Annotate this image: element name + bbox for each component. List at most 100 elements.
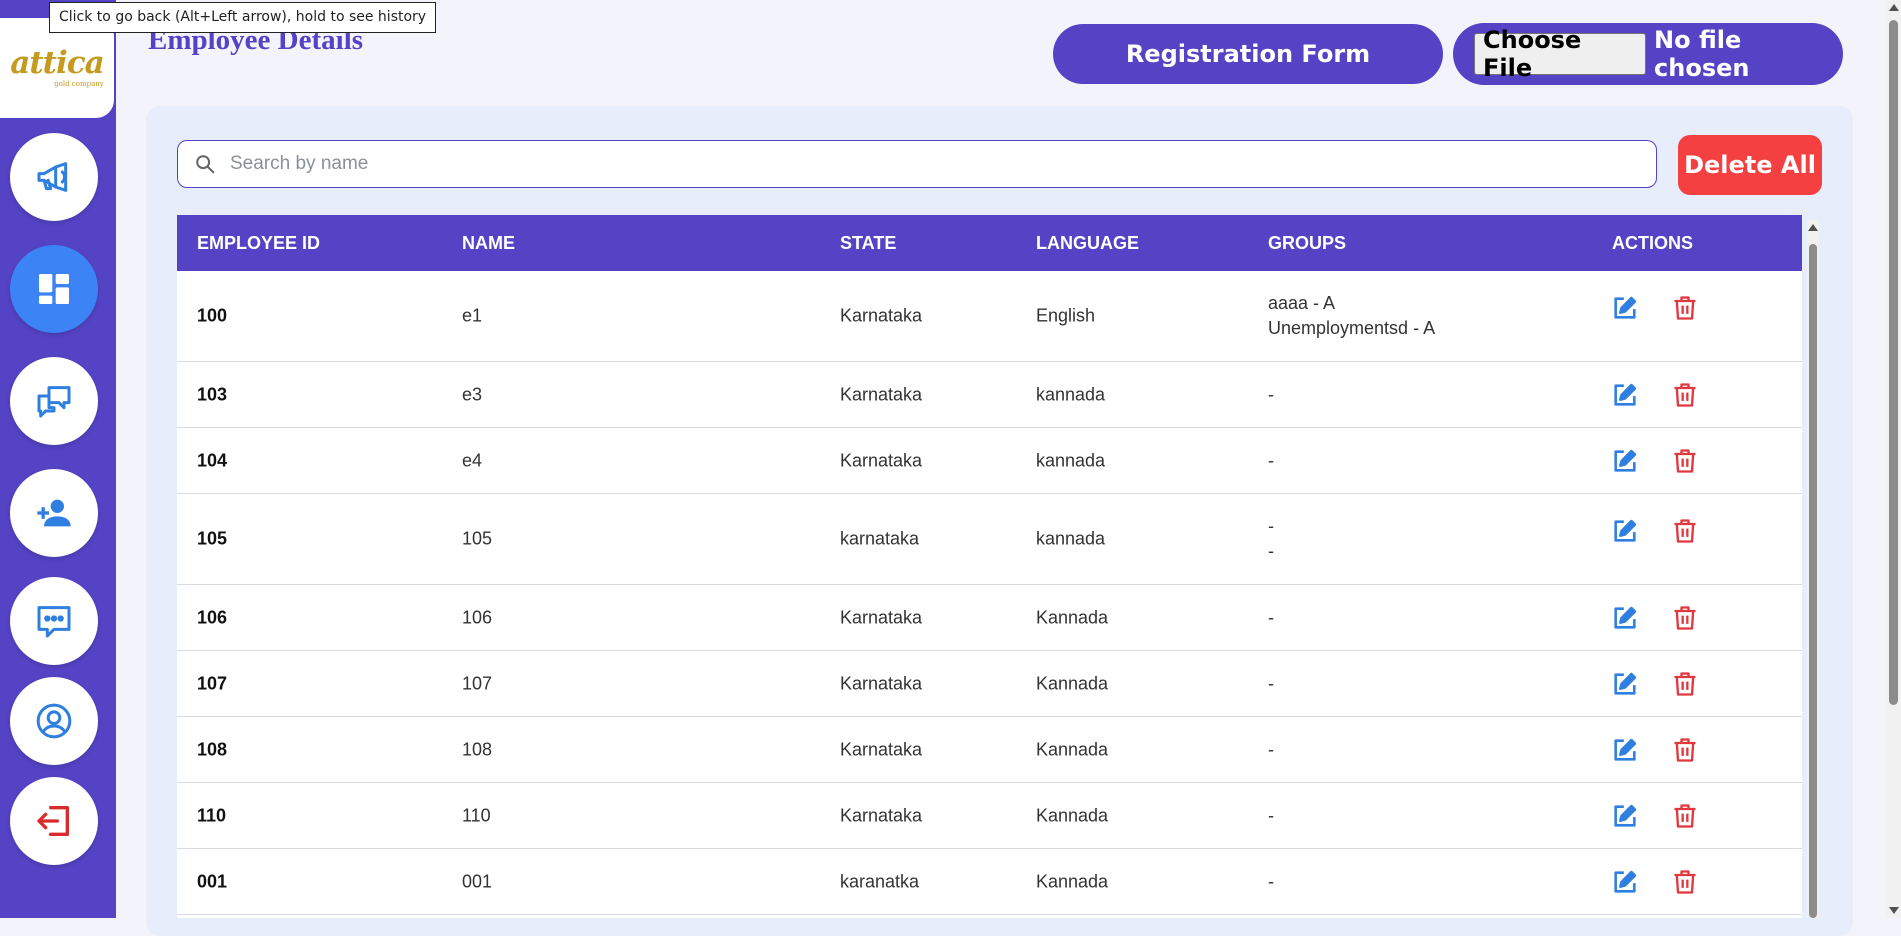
file-status: No file chosen: [1654, 26, 1750, 82]
edit-icon[interactable]: [1611, 294, 1639, 322]
employee-id-cell: 104: [197, 450, 228, 470]
search-bar[interactable]: [177, 140, 1657, 188]
employee-id-cell: 105: [197, 528, 228, 549]
edit-icon[interactable]: [1611, 604, 1639, 632]
language-cell: English: [1036, 305, 1096, 326]
nav-messages[interactable]: [10, 577, 98, 665]
col-employee-id[interactable]: EMPLOYEE ID: [197, 215, 320, 271]
delete-icon[interactable]: [1671, 517, 1699, 545]
table-scrollbar[interactable]: [1807, 220, 1819, 918]
table-row: 104 e4 Karnataka kannada -: [177, 428, 1802, 494]
name-cell: e1: [462, 305, 483, 326]
table-row: 110 110 Karnataka Kannada -: [177, 783, 1802, 849]
group-entry: aaaa - A: [1268, 293, 1336, 313]
state-cell: Karnataka: [840, 805, 923, 825]
groups-cell: aaaa - A Unemploymentsd - A: [1268, 291, 1435, 341]
groups-cell: -: [1268, 803, 1274, 828]
state-cell: Karnataka: [840, 384, 923, 404]
employee-id-cell: 001: [197, 871, 228, 891]
search-input[interactable]: [228, 152, 1656, 176]
nav-announcements[interactable]: [10, 133, 98, 221]
group-entry: Unemploymentsd - A: [1268, 318, 1436, 338]
group-entry: -: [1268, 739, 1274, 759]
employee-id-cell: 108: [197, 739, 228, 759]
group-entry: -: [1268, 450, 1274, 470]
language-cell: kannada: [1036, 528, 1106, 549]
edit-icon[interactable]: [1611, 802, 1639, 830]
name-cell: e3: [462, 384, 483, 404]
group-entry: -: [1268, 607, 1274, 627]
back-tooltip: Click to go back (Alt+Left arrow), hold …: [49, 2, 437, 33]
language-cell: kannada: [1036, 450, 1106, 470]
edit-icon[interactable]: [1611, 736, 1639, 764]
nav-add-user[interactable]: [10, 469, 98, 557]
delete-icon[interactable]: [1671, 736, 1699, 764]
groups-cell: -: [1268, 382, 1274, 407]
name-cell: 105: [462, 528, 493, 549]
employee-id-cell: 107: [197, 673, 228, 693]
delete-icon[interactable]: [1671, 670, 1699, 698]
name-cell: 108: [462, 739, 493, 759]
registration-form-button[interactable]: Registration Form: [1053, 24, 1443, 84]
language-cell: Kannada: [1036, 739, 1109, 759]
state-cell: karnataka: [840, 528, 920, 549]
language-cell: Kannada: [1036, 607, 1109, 627]
table-header: EMPLOYEE ID NAME STATE LANGUAGE GROUPS A…: [177, 215, 1802, 271]
table-row: 100 e1 Karnataka English aaaa - A Unemploymen…: [177, 271, 1802, 362]
delete-icon[interactable]: [1671, 294, 1699, 322]
scroll-thumb[interactable]: [1809, 244, 1817, 918]
name-cell: 001: [462, 871, 493, 891]
logo-text: attica: [10, 45, 104, 81]
delete-icon[interactable]: [1671, 447, 1699, 475]
edit-icon[interactable]: [1611, 381, 1639, 409]
page-scroll-thumb[interactable]: [1889, 20, 1898, 705]
group-entry: -: [1268, 516, 1274, 536]
nav-chats[interactable]: [10, 357, 98, 445]
col-groups[interactable]: GROUPS: [1268, 215, 1346, 271]
file-upload[interactable]: Choose File No file chosen: [1453, 23, 1843, 85]
state-cell: Karnataka: [840, 305, 923, 326]
col-state[interactable]: STATE: [840, 215, 896, 271]
delete-icon[interactable]: [1671, 868, 1699, 896]
delete-icon[interactable]: [1671, 802, 1699, 830]
nav-logout[interactable]: [10, 777, 98, 865]
edit-icon[interactable]: [1611, 670, 1639, 698]
nav-dashboard[interactable]: [10, 245, 98, 333]
delete-icon[interactable]: [1671, 381, 1699, 409]
groups-cell: -: [1268, 737, 1274, 762]
chat-bubbles-icon: [37, 386, 71, 418]
page-scrollbar[interactable]: [1886, 0, 1901, 918]
name-cell: e4: [462, 450, 483, 470]
state-cell: Karnataka: [840, 739, 923, 759]
groups-cell: -: [1268, 448, 1274, 473]
state-cell: Karnataka: [840, 673, 923, 693]
employee-id-cell: 100: [197, 305, 228, 326]
delete-all-button[interactable]: Delete All: [1678, 135, 1822, 195]
company-logo[interactable]: attica gold company: [0, 18, 114, 118]
edit-icon[interactable]: [1611, 868, 1639, 896]
language-cell: Kannada: [1036, 673, 1109, 693]
groups-cell: -: [1268, 869, 1274, 894]
page-scroll-down[interactable]: [1889, 907, 1899, 914]
scroll-up-arrow[interactable]: [1808, 224, 1818, 231]
col-actions: ACTIONS: [1612, 233, 1693, 253]
col-language[interactable]: LANGUAGE: [1036, 215, 1139, 271]
table-row: 107 107 Karnataka Kannada -: [177, 651, 1802, 717]
logout-icon: [37, 806, 70, 836]
state-cell: Karnataka: [840, 607, 923, 627]
state-cell: Karnataka: [840, 450, 923, 470]
choose-file-button[interactable]: Choose File: [1474, 26, 1647, 82]
user-circle-icon: [36, 703, 72, 739]
col-name[interactable]: NAME: [462, 215, 515, 271]
nav-profile[interactable]: [10, 677, 98, 765]
group-entry: -: [1268, 871, 1274, 891]
page-scroll-up[interactable]: [1889, 4, 1899, 11]
edit-icon[interactable]: [1611, 517, 1639, 545]
edit-icon[interactable]: [1611, 447, 1639, 475]
employee-id-cell: 106: [197, 607, 228, 627]
group-entry: -: [1268, 673, 1274, 693]
delete-icon[interactable]: [1671, 604, 1699, 632]
logo-subtext: gold company: [54, 80, 104, 88]
sidebar: attica gold company: [0, 0, 116, 918]
add-user-icon: [37, 499, 71, 527]
